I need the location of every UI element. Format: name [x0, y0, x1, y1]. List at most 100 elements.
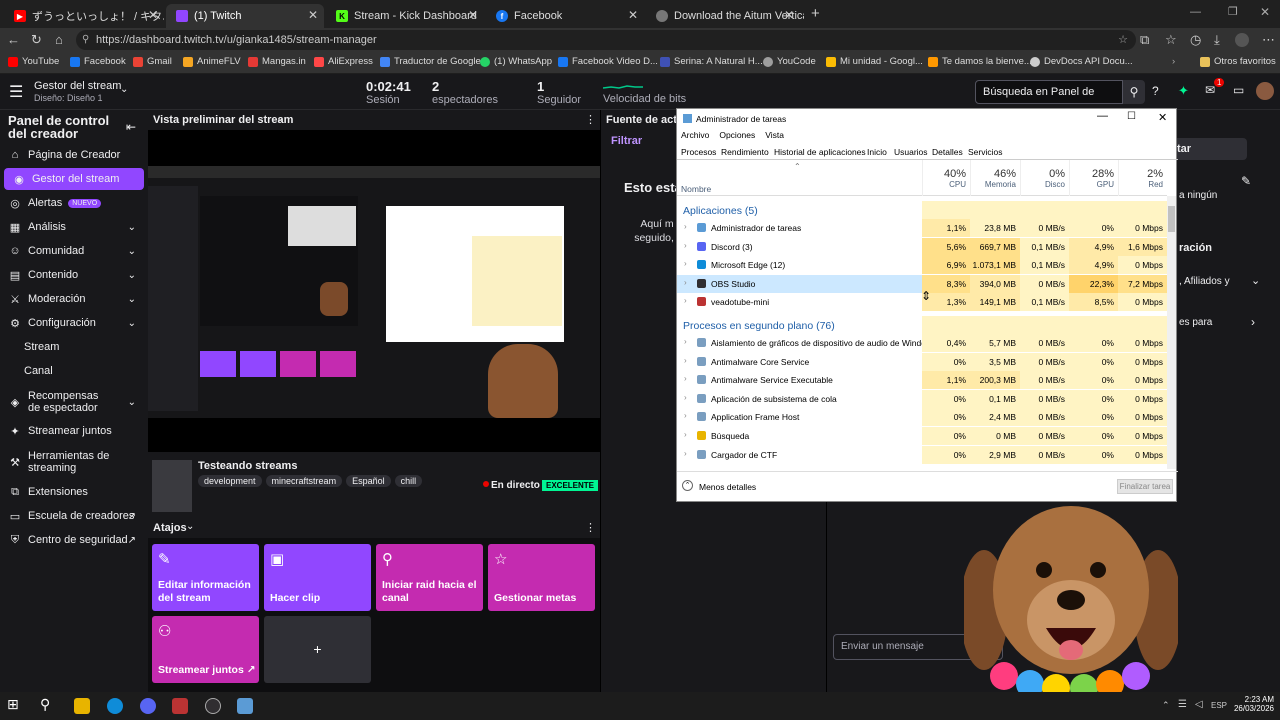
- column-name[interactable]: Nombre: [681, 184, 711, 194]
- inbox-icon[interactable]: ✉: [1205, 83, 1215, 97]
- tab-services[interactable]: Servicios: [968, 147, 1002, 157]
- search-icon[interactable]: ⚲: [40, 696, 56, 712]
- sidebar-item-streamear-juntos[interactable]: ✦ Streamear juntos: [0, 420, 148, 442]
- favorites-icon[interactable]: ☆: [1165, 32, 1177, 48]
- bits-icon[interactable]: ✦: [1178, 83, 1189, 99]
- expand-chevron-icon[interactable]: ›: [684, 411, 687, 420]
- sidebar-item-extensiones[interactable]: ⧉ Extensiones: [0, 481, 148, 503]
- chevron-right-icon[interactable]: ›: [1251, 315, 1255, 329]
- home-icon[interactable]: ⌂: [55, 32, 63, 47]
- task-manager-icon[interactable]: [237, 698, 253, 714]
- profile-avatar[interactable]: [1235, 33, 1249, 47]
- expand-chevron-icon[interactable]: ›: [684, 393, 687, 402]
- volume-icon[interactable]: ◁: [1195, 699, 1203, 710]
- process-row[interactable]: › Application Frame Host 0% 2,4 MB 0 MB/s 0% 0…: [677, 408, 1167, 427]
- windows-start-icon[interactable]: ⊞: [7, 696, 23, 712]
- sidebar-item-stream[interactable]: Stream: [0, 336, 148, 358]
- more-icon[interactable]: ⋯: [1262, 32, 1275, 48]
- sidebar-item-an-lisis[interactable]: ▦ Análisis ⌄: [0, 216, 148, 238]
- end-task-button[interactable]: Finalizar tarea: [1117, 479, 1173, 494]
- bookmark-animeflv[interactable]: AnimeFLV: [183, 56, 241, 67]
- close-icon[interactable]: ✕: [468, 8, 478, 22]
- bookmark-devdocs[interactable]: DevDocs API Docu...: [1030, 56, 1133, 67]
- sidebar-item-configuraci-n[interactable]: ⚙ Configuración ⌄: [0, 312, 148, 334]
- tab-twitch[interactable]: (1) Twitch ✕: [166, 4, 324, 28]
- column-red[interactable]: 2% Red: [1118, 160, 1167, 196]
- chevron-down-icon[interactable]: ⌄: [186, 521, 194, 532]
- obs-icon[interactable]: [205, 698, 221, 714]
- close-window-button[interactable]: ✕: [1260, 5, 1270, 19]
- process-row[interactable]: › Búsqueda 0% 0 MB 0 MB/s 0% 0 Mbps: [677, 427, 1167, 445]
- expand-chevron-icon[interactable]: ›: [684, 374, 687, 383]
- column-gpu[interactable]: 28% GPU: [1069, 160, 1118, 196]
- chevron-up-icon[interactable]: ⌃: [682, 480, 693, 491]
- chevron-down-icon[interactable]: ⌄: [120, 84, 128, 95]
- sidebar-item-contenido[interactable]: ▤ Contenido ⌄: [0, 264, 148, 286]
- column-memoria[interactable]: 46% Memoria: [970, 160, 1020, 196]
- close-icon[interactable]: ✕: [148, 8, 158, 22]
- avatar[interactable]: [1256, 82, 1274, 100]
- expand-chevron-icon[interactable]: ›: [684, 430, 687, 439]
- start-raid-button[interactable]: ⚲ Iniciar raid hacia el canal: [376, 544, 483, 611]
- expand-chevron-icon[interactable]: ›: [684, 337, 687, 346]
- chevron-down-icon[interactable]: ⌄: [128, 222, 136, 233]
- sidebar-item-herramientas-de-streaming[interactable]: ⚒ Herramientas de streaming: [0, 448, 148, 476]
- tag-chip[interactable]: development: [198, 475, 262, 487]
- tag-chip[interactable]: Español: [346, 475, 391, 487]
- maximize-button[interactable]: ❐: [1228, 5, 1238, 18]
- bookmark-youcode[interactable]: YouCode: [763, 56, 816, 67]
- bookmark-serina[interactable]: Serina: A Natural H...: [660, 56, 763, 67]
- more-icon[interactable]: ⋮: [585, 521, 596, 534]
- clock[interactable]: 2:23 AM 26/03/2026: [1232, 695, 1274, 713]
- maximize-button[interactable]: ☐: [1127, 111, 1136, 122]
- add-shortcut-button[interactable]: +: [264, 616, 371, 683]
- chevron-down-icon[interactable]: ⌄: [128, 397, 136, 408]
- bookmark-fbvideo[interactable]: Facebook Video D...: [558, 56, 658, 67]
- new-tab-button[interactable]: +: [811, 5, 820, 22]
- network-icon[interactable]: ☰: [1178, 699, 1187, 710]
- process-row[interactable]: › Aplicación de subsistema de cola 0% 0,1 M…: [677, 389, 1167, 408]
- make-clip-button[interactable]: ▣ Hacer clip: [264, 544, 371, 611]
- start-button[interactable]: tar: [1167, 138, 1247, 160]
- scrollbar[interactable]: [1167, 196, 1176, 469]
- tag-chip[interactable]: minecraftstream: [265, 475, 343, 487]
- tab-facebook[interactable]: f Facebook ✕: [486, 4, 644, 28]
- filter-button[interactable]: Filtrar: [611, 135, 642, 147]
- reload-icon[interactable]: ↻: [31, 32, 42, 48]
- site-info-icon[interactable]: ⚲: [82, 30, 89, 50]
- sidebar-item-escuela-de-creadores[interactable]: ▭ Escuela de creadores ↗: [0, 505, 148, 527]
- tab-performance[interactable]: Rendimiento: [721, 147, 769, 157]
- help-icon[interactable]: ?: [1152, 84, 1159, 98]
- process-row[interactable]: › Cargador de CTF 0% 2,9 MB 0 MB/s 0% 0 Mbps: [677, 445, 1167, 464]
- process-row[interactable]: › Microsoft Edge (12) 6,9% 1.073,1 MB 0,1 MB…: [677, 256, 1167, 275]
- tab-kick[interactable]: K Stream - Kick Dashboard ✕: [326, 4, 484, 28]
- menu-item[interactable]: Vista: [765, 130, 784, 140]
- expand-chevron-icon[interactable]: ›: [684, 449, 687, 458]
- close-button[interactable]: ✕: [1158, 111, 1167, 124]
- chevron-down-icon[interactable]: ⌄: [128, 294, 136, 305]
- bookmark-welcome[interactable]: Te damos la bienve...: [928, 56, 1032, 67]
- sidebar-item-gestor-del-stream[interactable]: ◉ Gestor del stream: [4, 168, 144, 190]
- process-row[interactable]: › Antimalware Service Executable 1,1% 200,3…: [677, 371, 1167, 390]
- tab-processes[interactable]: Procesos: [681, 147, 716, 157]
- tag-chip[interactable]: chill: [394, 475, 423, 487]
- dashboard-search-input[interactable]: Búsqueda en Panel de control: [975, 80, 1123, 120]
- language-indicator[interactable]: ESP: [1211, 701, 1227, 710]
- process-row[interactable]: › Aislamiento de gráficos de dispositivo …: [677, 334, 1167, 352]
- stream-preview-video[interactable]: [148, 130, 600, 452]
- bookmark-mangas[interactable]: Mangas.in: [248, 56, 306, 67]
- file-explorer-icon[interactable]: [74, 698, 90, 714]
- more-icon[interactable]: ⋮: [585, 113, 596, 126]
- tab-startup[interactable]: Inicio: [867, 147, 887, 157]
- process-row[interactable]: › Discord (3) 5,6% 669,7 MB 0,1 MB/s 4,9% 1,6 …: [677, 237, 1167, 256]
- minimize-button[interactable]: —: [1097, 110, 1108, 122]
- pencil-icon[interactable]: ✎: [1241, 174, 1251, 188]
- sidebar-item-moderaci-n[interactable]: ⚔ Moderación ⌄: [0, 288, 148, 310]
- column-cpu[interactable]: 40% CPU: [922, 160, 970, 196]
- bookmarks-overflow-icon[interactable]: ›: [1172, 56, 1175, 67]
- sidebar-item-centro-de-seguridad[interactable]: ⛨ Centro de seguridad ↗: [0, 529, 148, 551]
- collapse-sidebar-icon[interactable]: ⇤: [126, 120, 136, 134]
- chevron-down-icon[interactable]: ⌄: [128, 270, 136, 281]
- download-icon[interactable]: ⤓: [1214, 32, 1220, 48]
- close-icon[interactable]: ✕: [784, 8, 794, 22]
